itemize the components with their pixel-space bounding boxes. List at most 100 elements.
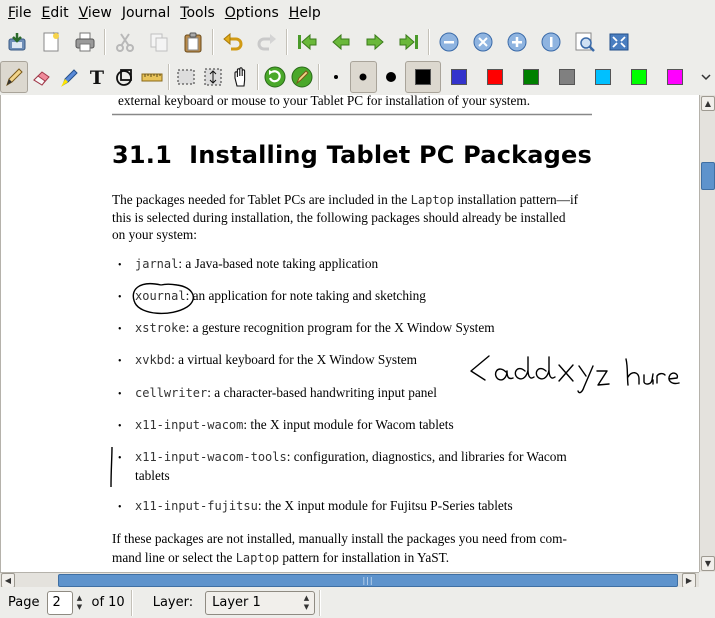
redo-button[interactable] xyxy=(250,26,284,58)
last-page-button[interactable] xyxy=(392,26,426,58)
menu-label-rest: iew xyxy=(87,4,112,21)
toolbar-separator xyxy=(286,29,288,55)
first-page-button[interactable] xyxy=(290,26,324,58)
color-button-5[interactable] xyxy=(585,61,621,93)
shape-recognizer-button[interactable] xyxy=(111,61,139,93)
zoom-in-icon xyxy=(507,32,527,52)
new-page-icon xyxy=(43,31,60,52)
color-button-6[interactable] xyxy=(621,61,657,93)
select-rectangle-button[interactable] xyxy=(172,61,200,93)
menu-mnemonic: O xyxy=(224,4,236,21)
ink-circle-around-xournal xyxy=(132,283,195,314)
undo-button[interactable] xyxy=(216,26,250,58)
menu-label-rest: ile xyxy=(15,4,32,21)
color-button-4[interactable] xyxy=(549,61,585,93)
zoom-out-button[interactable] xyxy=(432,26,466,58)
vertical-scroll-thumb[interactable] xyxy=(701,162,715,190)
scroll-down-button[interactable]: ▼ xyxy=(701,556,715,571)
stepper-up-icon[interactable]: ▲ xyxy=(77,594,82,603)
arrow-left-icon: ◀ xyxy=(4,576,12,585)
status-separator xyxy=(319,589,322,616)
horizontal-scrollbar[interactable]: ◀ ||| ▶ xyxy=(0,572,699,588)
color-button-1[interactable] xyxy=(441,61,477,93)
save-icon xyxy=(8,33,26,51)
menu-label-rest: ptions xyxy=(235,4,279,21)
toolbar-separator xyxy=(212,29,214,55)
paste-icon xyxy=(184,32,202,53)
vertical-space-button[interactable] xyxy=(200,61,228,93)
color-swatch xyxy=(559,69,576,85)
menu-label-rest: ools xyxy=(186,4,215,21)
menu-journal[interactable]: Journal xyxy=(117,1,175,25)
zoom-custom-icon xyxy=(575,32,595,52)
scroll-right-button[interactable]: ▶ xyxy=(682,573,696,588)
stepper-down-icon[interactable]: ▼ xyxy=(77,603,82,612)
page-count: of 10 xyxy=(91,595,125,610)
default-tool-button[interactable] xyxy=(261,61,289,93)
layer-select[interactable]: Layer 1 ▲ ▼ xyxy=(205,590,316,615)
hand-tool-button[interactable] xyxy=(227,61,255,93)
color-button-2[interactable] xyxy=(477,61,513,93)
page-number-value: 2 xyxy=(52,595,61,610)
redo-icon xyxy=(257,34,276,51)
color-button-0[interactable] xyxy=(405,61,442,93)
color-swatch xyxy=(631,69,648,85)
ruler-tool-button[interactable] xyxy=(138,61,166,93)
shape-recognizer-icon xyxy=(115,69,132,86)
menu-file[interactable]: File xyxy=(3,1,36,25)
print-button[interactable] xyxy=(68,26,102,58)
updown-icon: ▲ ▼ xyxy=(303,593,310,611)
vertical-scrollbar[interactable]: ▲ ▼ xyxy=(699,95,715,572)
color-button-7[interactable] xyxy=(657,61,693,93)
color-palette xyxy=(405,61,693,93)
zoom-fit-icon xyxy=(473,32,493,52)
previous-page-button[interactable] xyxy=(324,26,358,58)
eraser-tool-button[interactable] xyxy=(28,61,56,93)
thickness-thick-button[interactable] xyxy=(377,61,405,93)
menu-tools[interactable]: Tools xyxy=(175,1,220,25)
text-tool-button[interactable]: T xyxy=(83,61,111,93)
zoom-100-button[interactable] xyxy=(534,26,568,58)
scroll-up-button[interactable]: ▲ xyxy=(701,96,715,111)
svg-text:T: T xyxy=(90,67,104,89)
copy-button[interactable] xyxy=(142,26,176,58)
menu-edit[interactable]: Edit xyxy=(36,1,73,25)
next-page-icon xyxy=(366,33,384,51)
save-button[interactable] xyxy=(0,26,34,58)
zoom-in-button[interactable] xyxy=(500,26,534,58)
highlighter-tool-button[interactable] xyxy=(56,61,84,93)
menu-label-rest: elp xyxy=(299,4,321,21)
default-pen-button[interactable] xyxy=(288,61,316,93)
horizontal-scroll-thumb[interactable]: ||| xyxy=(58,574,678,587)
color-swatch xyxy=(415,69,432,85)
zoom-fit-button[interactable] xyxy=(466,26,500,58)
print-icon xyxy=(75,32,95,52)
thickness-fine-button[interactable] xyxy=(322,61,350,93)
toolbar-overflow-button[interactable] xyxy=(697,61,715,93)
layer-select-value: Layer 1 xyxy=(212,595,261,610)
new-page-button[interactable] xyxy=(34,26,68,58)
page-number-field[interactable]: 2 xyxy=(47,590,74,615)
color-swatch xyxy=(451,69,468,85)
next-page-button[interactable] xyxy=(358,26,392,58)
color-button-3[interactable] xyxy=(513,61,549,93)
menu-help[interactable]: Help xyxy=(284,1,326,25)
menu-options[interactable]: Options xyxy=(220,1,284,25)
paste-button[interactable] xyxy=(176,26,210,58)
select-rectangle-icon xyxy=(177,69,195,85)
thickness-medium-button[interactable] xyxy=(349,61,378,93)
page-stepper[interactable]: ▲ ▼ xyxy=(72,591,86,615)
pen-tool-button[interactable] xyxy=(0,61,28,93)
menu-view[interactable]: View xyxy=(74,1,117,25)
ink-layer xyxy=(110,283,680,488)
zoom-custom-button[interactable] xyxy=(568,26,602,58)
toolbar-separator xyxy=(256,64,259,90)
color-swatch xyxy=(667,69,684,85)
cut-button[interactable] xyxy=(108,26,142,58)
undo-icon xyxy=(223,32,243,51)
document-canvas[interactable]: external keyboard or mouse to your Table… xyxy=(0,95,699,572)
fullscreen-button[interactable] xyxy=(602,26,636,58)
scroll-left-button[interactable]: ◀ xyxy=(1,573,15,588)
status-separator xyxy=(130,589,133,616)
color-swatch xyxy=(523,69,540,85)
